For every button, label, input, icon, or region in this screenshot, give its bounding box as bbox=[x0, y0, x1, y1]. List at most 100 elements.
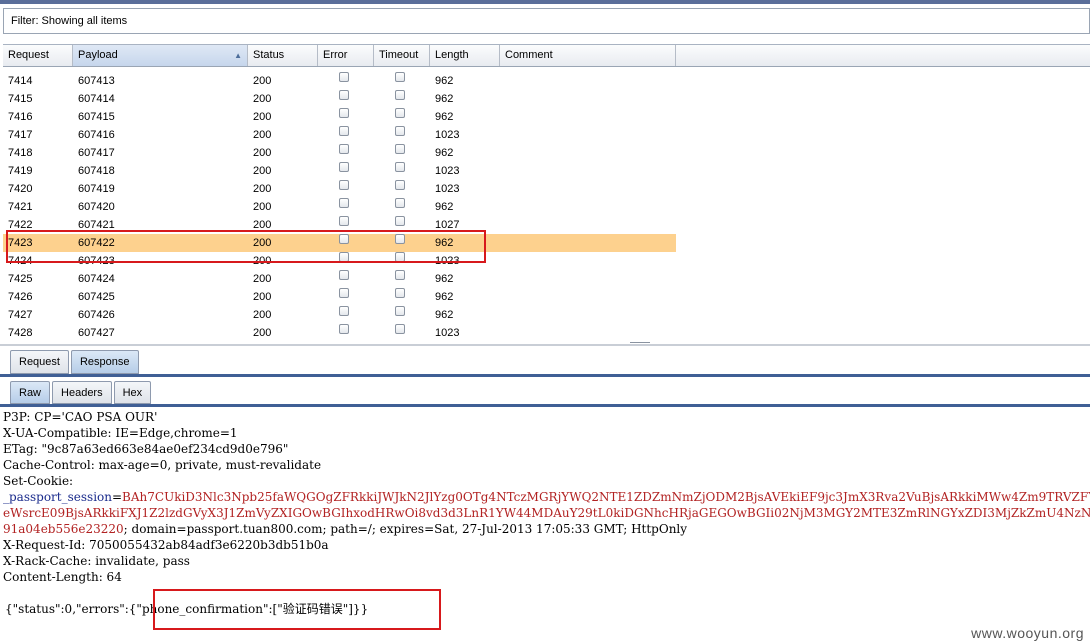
error-checkbox[interactable] bbox=[339, 144, 349, 154]
cell-comment bbox=[500, 288, 676, 306]
timeout-checkbox[interactable] bbox=[395, 270, 405, 280]
header-line-cookie-attrs: 91a04eb556e23220; domain=passport.tuan80… bbox=[3, 521, 687, 537]
cell-error bbox=[318, 108, 374, 126]
error-checkbox[interactable] bbox=[339, 126, 349, 136]
cell-error bbox=[318, 306, 374, 324]
cell-request: 7426 bbox=[8, 291, 33, 303]
cell-error bbox=[318, 90, 374, 108]
timeout-checkbox[interactable] bbox=[395, 108, 405, 118]
column-header-length[interactable]: Length bbox=[430, 45, 500, 66]
timeout-checkbox[interactable] bbox=[395, 162, 405, 172]
window-top-strip bbox=[0, 0, 1090, 4]
cell-timeout bbox=[374, 90, 430, 108]
filter-bar[interactable]: Filter: Showing all items bbox=[3, 8, 1090, 34]
cookie-value-part3: 91a04eb556e23220 bbox=[3, 522, 124, 536]
cell-request: 7419 bbox=[8, 165, 33, 177]
column-header-request[interactable]: Request bbox=[3, 45, 73, 66]
cell-timeout bbox=[374, 72, 430, 90]
table-row[interactable]: 7420 607419 200 1023 bbox=[3, 180, 676, 198]
cell-error bbox=[318, 288, 374, 306]
cell-request: 7421 bbox=[8, 201, 33, 213]
error-checkbox[interactable] bbox=[339, 90, 349, 100]
table-row[interactable]: 7416 607415 200 962 bbox=[3, 108, 676, 126]
table-row[interactable]: 7414 607413 200 962 bbox=[3, 72, 676, 90]
cell-error bbox=[318, 324, 374, 342]
cell-error bbox=[318, 144, 374, 162]
timeout-checkbox[interactable] bbox=[395, 306, 405, 316]
cell-length: 962 bbox=[435, 201, 454, 213]
table-row[interactable]: 7417 607416 200 1023 bbox=[3, 126, 676, 144]
cell-error bbox=[318, 162, 374, 180]
cell-comment bbox=[500, 144, 676, 162]
error-checkbox[interactable] bbox=[339, 270, 349, 280]
timeout-checkbox[interactable] bbox=[395, 288, 405, 298]
tab-request[interactable]: Request bbox=[10, 350, 69, 374]
table-row[interactable]: 7426 607425 200 962 bbox=[3, 288, 676, 306]
split-divider[interactable] bbox=[0, 344, 1090, 346]
cell-length: 962 bbox=[435, 291, 454, 303]
cell-comment bbox=[500, 306, 676, 324]
table-row[interactable]: 7419 607418 200 1023 bbox=[3, 162, 676, 180]
cell-error bbox=[318, 72, 374, 90]
error-checkbox[interactable] bbox=[339, 72, 349, 82]
column-header-timeout[interactable]: Timeout bbox=[374, 45, 430, 66]
cell-error bbox=[318, 180, 374, 198]
cell-timeout bbox=[374, 180, 430, 198]
error-checkbox[interactable] bbox=[339, 324, 349, 334]
timeout-checkbox[interactable] bbox=[395, 216, 405, 226]
table-row[interactable]: 7418 607417 200 962 bbox=[3, 144, 676, 162]
header-line-rack-cache: X-Rack-Cache: invalidate, pass bbox=[3, 554, 190, 568]
column-header-comment[interactable]: Comment bbox=[500, 45, 676, 66]
table-row[interactable]: 7428 607427 200 1023 bbox=[3, 324, 676, 342]
error-checkbox[interactable] bbox=[339, 288, 349, 298]
column-header-payload[interactable]: Payload ▲ bbox=[73, 45, 248, 66]
table-row[interactable]: 7415 607414 200 962 bbox=[3, 90, 676, 108]
timeout-checkbox[interactable] bbox=[395, 90, 405, 100]
error-checkbox[interactable] bbox=[339, 198, 349, 208]
tab-raw[interactable]: Raw bbox=[10, 381, 51, 404]
timeout-checkbox[interactable] bbox=[395, 72, 405, 82]
cell-payload: 607426 bbox=[78, 309, 115, 321]
filter-label: Filter: Showing all items bbox=[11, 15, 128, 27]
cell-comment bbox=[500, 180, 676, 198]
cell-timeout bbox=[374, 198, 430, 216]
tab-response[interactable]: Response bbox=[70, 350, 139, 374]
cookie-value-part1: BAh7CUkiD3Nlc3Npb25faWQGOgZFRkkiJWJkN2Jl… bbox=[122, 490, 1090, 504]
table-header: Request Payload ▲ Status Error Timeout L… bbox=[3, 45, 1090, 67]
cell-error bbox=[318, 126, 374, 144]
view-tabs: Raw Headers Hex bbox=[10, 381, 153, 404]
cell-request: 7415 bbox=[8, 93, 33, 105]
cell-comment bbox=[500, 198, 676, 216]
cell-status: 200 bbox=[253, 165, 272, 177]
cell-length: 1023 bbox=[435, 129, 460, 141]
error-checkbox[interactable] bbox=[339, 306, 349, 316]
timeout-checkbox[interactable] bbox=[395, 198, 405, 208]
tab-headers[interactable]: Headers bbox=[52, 381, 112, 404]
header-line-content-length: Content-Length: 64 bbox=[3, 570, 122, 584]
error-checkbox[interactable] bbox=[339, 216, 349, 226]
timeout-checkbox[interactable] bbox=[395, 126, 405, 136]
cell-length: 962 bbox=[435, 111, 454, 123]
highlight-box-selected-row bbox=[6, 230, 486, 263]
watermark: www.wooyun.org bbox=[971, 625, 1084, 641]
error-checkbox[interactable] bbox=[339, 180, 349, 190]
cell-status: 200 bbox=[253, 327, 272, 339]
cell-comment bbox=[500, 162, 676, 180]
cell-request: 7418 bbox=[8, 147, 33, 159]
error-checkbox[interactable] bbox=[339, 162, 349, 172]
table-row[interactable]: 7425 607424 200 962 bbox=[3, 270, 676, 288]
cell-timeout bbox=[374, 324, 430, 342]
error-checkbox[interactable] bbox=[339, 108, 349, 118]
cell-length: 1023 bbox=[435, 327, 460, 339]
column-header-error[interactable]: Error bbox=[318, 45, 374, 66]
timeout-checkbox[interactable] bbox=[395, 180, 405, 190]
tab-hex[interactable]: Hex bbox=[113, 381, 152, 404]
cell-status: 200 bbox=[253, 147, 272, 159]
timeout-checkbox[interactable] bbox=[395, 324, 405, 334]
table-row[interactable]: 7421 607420 200 962 bbox=[3, 198, 676, 216]
cell-length: 1023 bbox=[435, 183, 460, 195]
column-header-status[interactable]: Status bbox=[248, 45, 318, 66]
timeout-checkbox[interactable] bbox=[395, 144, 405, 154]
table-row[interactable]: 7427 607426 200 962 bbox=[3, 306, 676, 324]
cell-status: 200 bbox=[253, 93, 272, 105]
